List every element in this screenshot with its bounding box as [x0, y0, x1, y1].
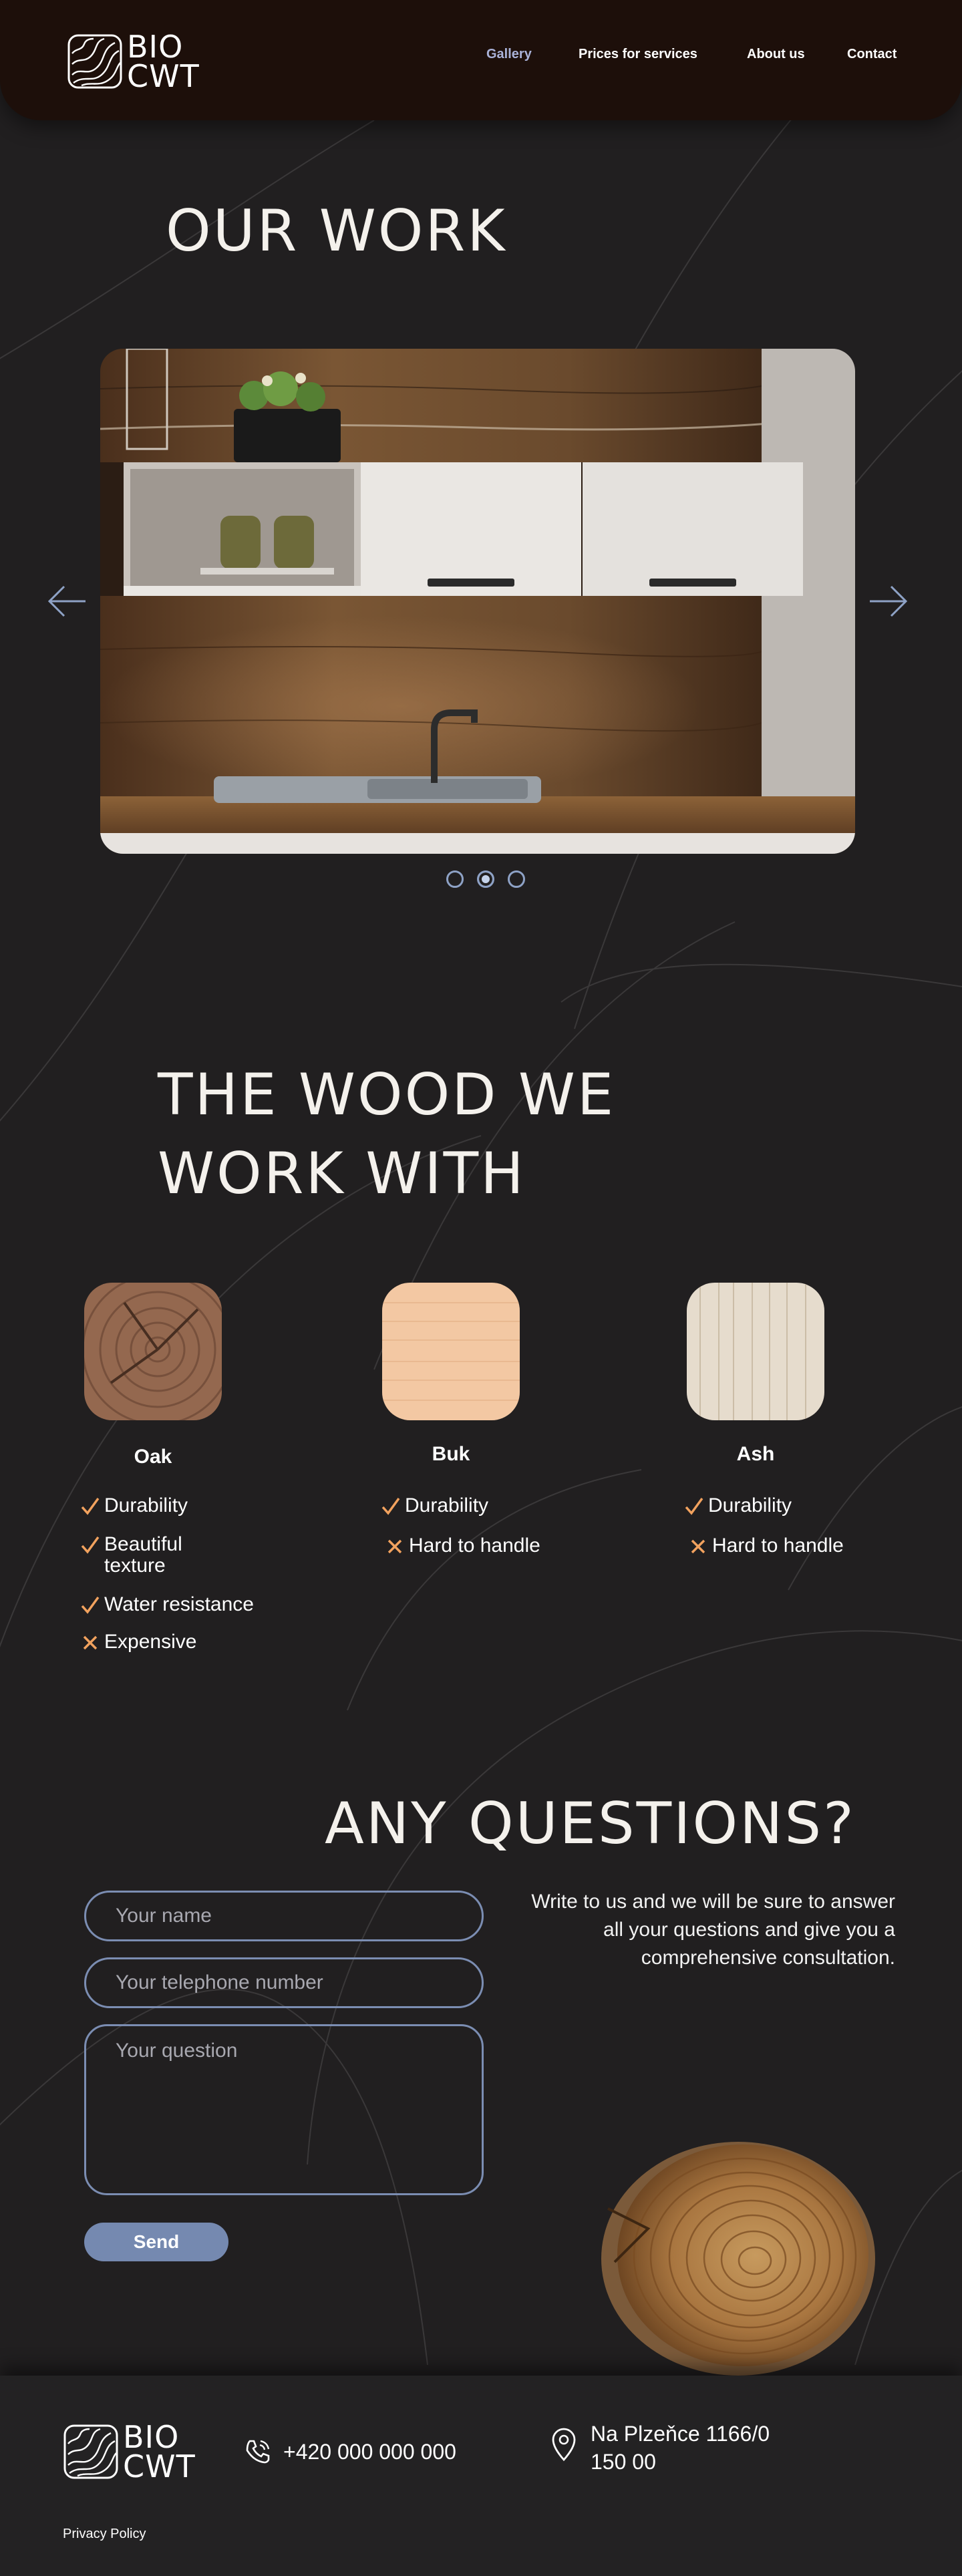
feature-text: Expensive [104, 1631, 197, 1653]
location-pin-icon [552, 2428, 576, 2462]
feature-text: Durability [708, 1494, 792, 1516]
carousel-prev-arrow-icon[interactable] [47, 581, 87, 621]
address-line-2: 150 00 [591, 2450, 656, 2474]
name-input[interactable] [84, 1891, 484, 1941]
wood-rings-logo-icon [63, 2424, 118, 2479]
question-textarea[interactable] [84, 2024, 484, 2195]
check-icon [81, 1497, 100, 1515]
buk-feature-1: Durability [379, 1495, 565, 1518]
oak-swatch [84, 1283, 222, 1420]
oak-feature-3: Water resistance [79, 1594, 291, 1617]
footer-logo[interactable]: BIO CWT [63, 2419, 196, 2484]
wood-name-buk: Buk [432, 1443, 470, 1465]
phone-number: +420 000 000 000 [283, 2439, 456, 2464]
oak-feature-2: Beautiful texture [79, 1534, 211, 1577]
oak-feature-1: Durability [79, 1495, 265, 1518]
feature-text: Water resistance [104, 1593, 254, 1615]
carousel-pagination [446, 870, 525, 888]
check-icon [81, 1596, 100, 1614]
check-icon [685, 1497, 703, 1515]
address-text: Na Plzeňce 1166/0 150 00 [591, 2420, 770, 2476]
address-line-1: Na Plzeňce 1166/0 [591, 2422, 770, 2446]
phone-icon [246, 2440, 270, 2464]
carousel-dot-1[interactable] [446, 870, 464, 888]
nav-item-gallery[interactable]: Gallery [486, 47, 532, 62]
oak-feature-4: Expensive [79, 1631, 265, 1654]
carousel-next-arrow-icon[interactable] [868, 581, 909, 621]
feature-text: Hard to handle [712, 1535, 844, 1557]
woods-title-line-1: THE WOOD WE [158, 1062, 616, 1128]
kitchen-photo [100, 349, 855, 854]
carousel-dot-3[interactable] [508, 870, 525, 888]
carousel-slide-image [100, 349, 855, 854]
woods-title: THE WOOD WE WORK WITH [158, 1056, 615, 1213]
telephone-input[interactable] [84, 1957, 484, 2008]
footer-phone[interactable]: +420 000 000 000 [243, 2437, 456, 2466]
wood-name-ash: Ash [736, 1443, 775, 1465]
feature-text: Durability [104, 1494, 188, 1516]
logo-line-1: BIO [123, 2419, 180, 2455]
ash-feature-2: Hard to handle [687, 1535, 886, 1558]
logo-line-2: CWT [123, 2448, 196, 2484]
logo-wordmark: BIO CWT [123, 2419, 196, 2484]
privacy-policy-link[interactable]: Privacy Policy [63, 2527, 146, 2542]
wood-name-oak: Oak [134, 1446, 172, 1468]
nav-item-about[interactable]: About us [747, 47, 805, 62]
feature-text: Beautiful texture [104, 1533, 182, 1577]
wood-stump-image [601, 2142, 875, 2376]
feature-text: Hard to handle [409, 1535, 540, 1557]
oak-texture-image [84, 1283, 222, 1420]
cross-icon [691, 1539, 705, 1554]
questions-description: Write to us and we will be sure to answe… [531, 1891, 895, 1969]
check-icon [381, 1497, 400, 1515]
feature-text: Durability [405, 1494, 489, 1516]
nav-item-prices[interactable]: Prices for services [579, 47, 697, 62]
ash-texture-image [687, 1283, 824, 1420]
cross-icon [387, 1539, 402, 1554]
ash-feature-1: Durability [683, 1495, 868, 1518]
check-icon [81, 1536, 100, 1554]
questions-title: ANY QUESTIONS? [325, 1790, 856, 1857]
footer-address: Na Plzeňce 1166/0 150 00 [550, 2420, 770, 2476]
ash-swatch [687, 1283, 824, 1420]
buk-feature-2: Hard to handle [383, 1535, 583, 1558]
buk-swatch [382, 1283, 520, 1420]
site-footer: BIO CWT +420 000 000 000 Na Plzeňce 1166… [0, 2376, 962, 2576]
main-nav: Gallery Prices for services About us Con… [0, 47, 962, 67]
cross-icon [83, 1635, 98, 1650]
site-header: BIO CWT Gallery Prices for services Abou… [0, 0, 962, 120]
send-button[interactable]: Send [84, 2223, 228, 2261]
gallery-title: OUR WORK [166, 198, 507, 265]
woods-title-line-2: WORK WITH [158, 1140, 526, 1207]
buk-texture-image [382, 1283, 520, 1420]
nav-item-contact[interactable]: Contact [847, 47, 897, 62]
carousel-dot-2[interactable] [477, 870, 494, 888]
